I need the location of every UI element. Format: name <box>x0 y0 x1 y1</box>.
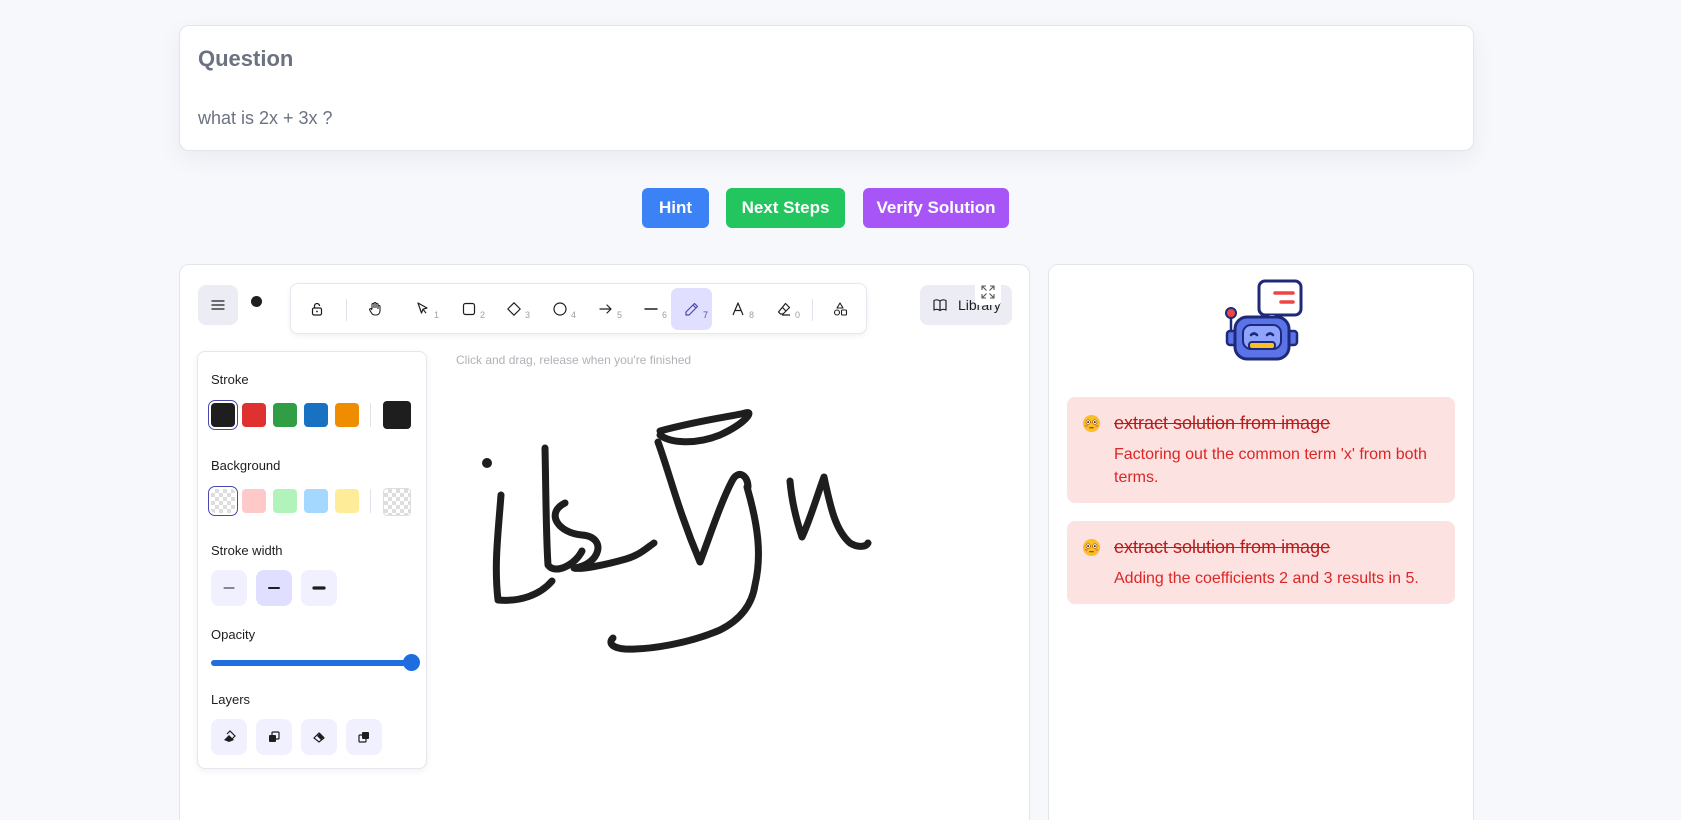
swatch-divider <box>370 489 371 513</box>
send-backward-button[interactable] <box>256 719 292 755</box>
send-backward-icon <box>269 731 280 742</box>
send-to-back-icon <box>224 730 236 742</box>
stroke-swatch-green[interactable] <box>273 403 297 427</box>
background-swatch-pink[interactable] <box>242 489 266 513</box>
hint-button[interactable]: Hint <box>642 188 709 228</box>
send-to-back-button[interactable] <box>211 719 247 755</box>
bring-forward-button[interactable] <box>301 719 337 755</box>
verify-solution-button[interactable]: Verify Solution <box>863 188 1009 228</box>
stroke-width-label: Stroke width <box>211 543 283 558</box>
feedback-title: extract solution from image <box>1114 413 1331 433</box>
background-label: Background <box>211 458 281 473</box>
background-swatch-transparent[interactable] <box>208 486 238 516</box>
question-title: Question <box>198 46 294 71</box>
stroke-swatch-blue[interactable] <box>304 403 328 427</box>
stroke-swatch-red[interactable] <box>242 403 266 427</box>
background-swatch-blue[interactable] <box>304 489 328 513</box>
feedback-title: extract solution from image <box>1114 537 1331 557</box>
stroke-label: Stroke <box>211 372 249 387</box>
robot-assistant-icon <box>1225 279 1303 361</box>
swatch-divider <box>370 403 371 427</box>
bring-to-front-icon <box>358 732 369 743</box>
whiteboard[interactable]: 1 2 3 4 5 6 7 8 0 Library Click and drag… <box>179 264 1030 820</box>
question-text: what is 2x + 3x ? <box>198 108 333 128</box>
opacity-slider-track[interactable] <box>211 660 411 666</box>
stroke-width-thin[interactable] <box>211 570 247 606</box>
feedback-description: Factoring out the common term 'x' from b… <box>1114 446 1427 486</box>
feedback-item: extract solution from image Factoring ou… <box>1067 397 1455 503</box>
feedback-panel: extract solution from image Factoring ou… <box>1048 264 1474 820</box>
stroke-width-extra-bold[interactable] <box>301 570 337 606</box>
feedback-item: extract solution from image Adding the c… <box>1067 521 1455 604</box>
opacity-label: Opacity <box>211 627 256 642</box>
background-swatch-green[interactable] <box>273 489 297 513</box>
bold-line-icon <box>268 587 280 589</box>
layers-label: Layers <box>211 692 251 707</box>
bring-to-front-button[interactable] <box>346 719 382 755</box>
stroke-current-color[interactable] <box>383 401 411 429</box>
extra-bold-line-icon <box>312 586 326 590</box>
bring-forward-icon <box>313 732 325 743</box>
thin-line-icon <box>223 587 235 589</box>
properties-panel: Stroke Background Stroke width Opacity L… <box>197 351 427 769</box>
flushed-face-icon <box>1082 538 1101 557</box>
background-current-color[interactable] <box>383 488 411 516</box>
stroke-width-bold[interactable] <box>256 570 292 606</box>
feedback-description: Adding the coefficients 2 and 3 results … <box>1114 570 1419 587</box>
next-steps-button[interactable]: Next Steps <box>726 188 845 228</box>
stroke-swatch-orange[interactable] <box>335 403 359 427</box>
background-swatch-yellow[interactable] <box>335 489 359 513</box>
stroke-swatch-black[interactable] <box>208 400 238 430</box>
flushed-face-icon <box>1082 414 1101 433</box>
question-card: Question what is 2x + 3x ? <box>179 25 1474 151</box>
opacity-slider-thumb[interactable] <box>403 654 420 671</box>
